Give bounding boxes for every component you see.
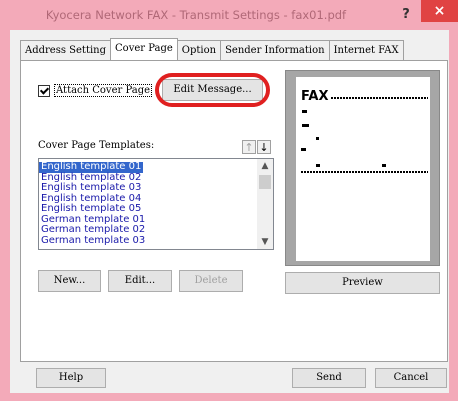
new-template-button[interactable]: New... (38, 270, 101, 292)
edit-template-button[interactable]: Edit... (108, 270, 172, 292)
list-item[interactable]: English template 03 (39, 182, 257, 194)
move-up-button[interactable]: ↑ (242, 140, 256, 154)
template-item-label[interactable]: English template 01 (39, 161, 144, 173)
scroll-up-icon[interactable]: ▲ (257, 159, 273, 173)
highlight-circle (155, 73, 270, 107)
close-button[interactable]: × (421, 0, 458, 22)
help-button[interactable]: Help (36, 368, 106, 388)
window-frame-bottom (0, 393, 458, 401)
preview-fax-heading: FAX (301, 89, 328, 104)
tab-sender-information[interactable]: Sender Information (220, 40, 330, 60)
attach-cover-page-row[interactable]: Attach Cover Page (38, 84, 153, 97)
tab-strip: Address Setting Cover Page Option Sender… (20, 38, 404, 60)
list-item[interactable]: English template 05 (39, 203, 257, 215)
list-item[interactable]: English template 01 (39, 159, 257, 173)
window-frame-left (0, 30, 10, 401)
scroll-thumb[interactable] (259, 175, 271, 189)
tab-option[interactable]: Option (176, 40, 222, 60)
templates-scrollbar[interactable]: ▲ ▼ (257, 159, 273, 249)
move-down-button[interactable]: ↓ (257, 140, 271, 154)
preview-cover-page-thumbnail: FAX (301, 89, 428, 173)
scroll-down-icon[interactable]: ▼ (257, 235, 273, 249)
window-frame-right (449, 30, 458, 401)
preview-paper: FAX (296, 77, 430, 261)
attach-cover-page-label[interactable]: Attach Cover Page (54, 84, 153, 97)
tab-cover-page[interactable]: Cover Page (110, 38, 178, 60)
help-title-button[interactable]: ? (392, 0, 420, 30)
title-bar: Kyocera Network FAX - Transmit Settings … (0, 0, 458, 30)
list-item[interactable]: German template 03 (39, 235, 257, 247)
window-title: Kyocera Network FAX - Transmit Settings … (45, 8, 347, 22)
delete-template-button[interactable]: Delete (179, 270, 243, 292)
tab-internet-fax[interactable]: Internet FAX (328, 40, 404, 60)
templates-list: English template 01 English template 02 … (39, 159, 257, 246)
send-button[interactable]: Send (292, 368, 366, 388)
preview-button[interactable]: Preview (285, 272, 440, 294)
list-item[interactable]: German template 02 (39, 224, 257, 236)
attach-cover-page-checkbox[interactable] (38, 84, 50, 97)
tab-address-setting[interactable]: Address Setting (20, 40, 112, 60)
templates-listbox[interactable]: English template 01 English template 02 … (38, 158, 274, 250)
cover-page-templates-label: Cover Page Templates: (38, 140, 155, 151)
cancel-button[interactable]: Cancel (375, 368, 447, 388)
cover-page-preview: FAX (285, 70, 440, 266)
